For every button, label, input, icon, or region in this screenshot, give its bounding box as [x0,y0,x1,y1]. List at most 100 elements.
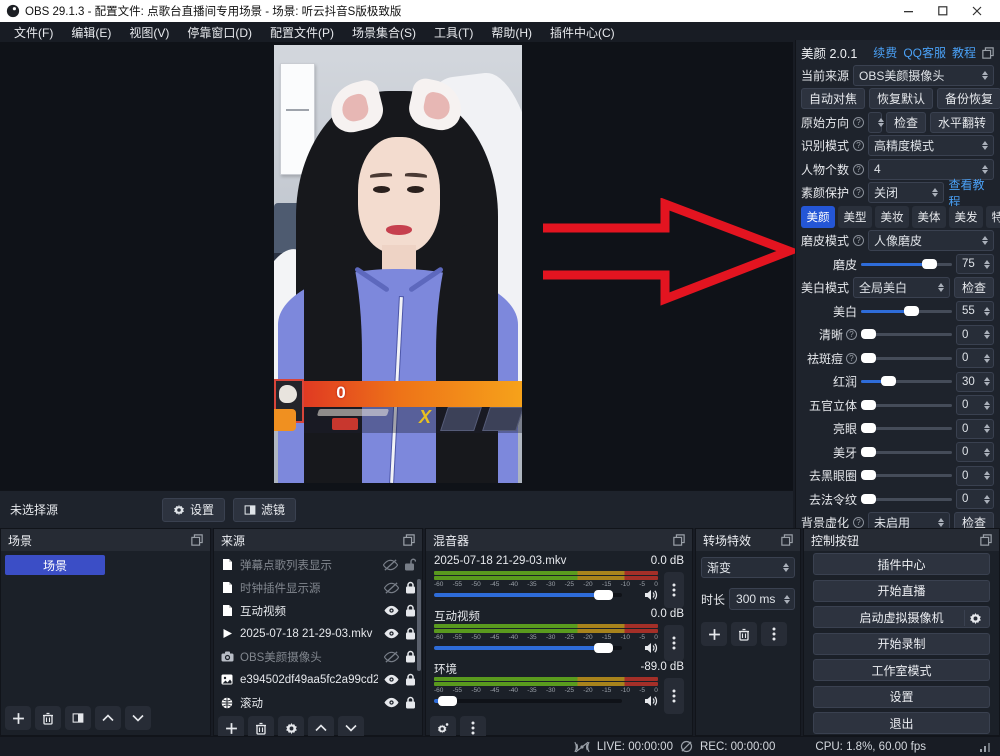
menu-item[interactable]: 文件(F) [6,22,61,43]
beauty-tab-item[interactable]: 美发 [949,206,983,228]
info-icon[interactable]: ? [846,329,857,340]
popout-icon[interactable] [403,534,415,546]
tutorial-link[interactable]: 教程 [952,44,976,61]
source-list-item[interactable]: 弹幕点歌列表显示 [218,553,418,576]
slider-handle[interactable] [861,400,876,410]
lock-closed-icon[interactable] [405,650,416,663]
slider-handle[interactable] [861,423,876,433]
source-filters-button[interactable]: 滤镜 [233,498,296,522]
info-icon[interactable]: ? [853,517,864,528]
select-dropdown[interactable]: 人像磨皮 [868,230,994,251]
slider-track[interactable] [861,310,952,313]
lock-closed-icon[interactable] [405,604,416,617]
control-button-item[interactable]: 开始录制 [813,633,990,655]
info-icon[interactable]: ? [846,353,857,364]
slider-value-box[interactable]: 0 [956,395,994,415]
slider-handle[interactable] [861,470,876,480]
duration-spinner[interactable]: 300 ms [729,588,795,610]
lock-closed-icon[interactable] [405,696,416,709]
slider-track[interactable] [861,380,952,383]
slider-value-box[interactable]: 0 [956,419,994,439]
control-button-item[interactable]: 工作室模式 [813,659,990,681]
visibility-on-icon[interactable] [384,697,399,708]
horizontal-flip-button[interactable]: 水平翻转 [930,112,994,133]
info-icon[interactable]: ? [853,117,864,128]
lock-closed-icon[interactable] [405,627,416,640]
sources-dock-header[interactable]: 来源 [214,529,422,551]
filter-button[interactable] [65,706,91,730]
preview-canvas[interactable]: 0 X [0,42,793,490]
transitions-dock-header[interactable]: 转场特效 [696,529,800,551]
plus-button[interactable] [701,622,727,646]
down-button[interactable] [125,706,151,730]
beauty-tab-item[interactable]: 特效 [986,206,1000,228]
source-settings-button[interactable]: 设置 [162,498,225,522]
menu-item[interactable]: 帮助(H) [483,22,540,43]
slider-value-box[interactable]: 0 [956,325,994,345]
slider-value-box[interactable]: 0 [956,348,994,368]
slider-track[interactable] [861,333,952,336]
lock-closed-icon[interactable] [405,581,416,594]
source-list-item[interactable]: 时钟插件显示源 [218,576,418,599]
bareface-select[interactable]: 关闭 [868,182,944,203]
orientation-check-button[interactable]: 检查 [886,112,926,133]
popout-icon[interactable] [673,534,685,546]
slider-handle[interactable] [922,259,937,269]
scene-list-item[interactable]: 场景 [5,555,105,575]
control-button-item[interactable]: 退出 [813,712,990,734]
visibility-off-icon[interactable] [384,582,399,594]
mixer-dock-header[interactable]: 混音器 [426,529,692,551]
slider-value-box[interactable]: 30 [956,372,994,392]
speaker-icon[interactable] [644,589,658,601]
backup-restore-button[interactable]: 备份恢复 [937,88,1000,109]
minimize-button[interactable] [892,0,926,22]
slider-track[interactable] [861,451,952,454]
menu-item[interactable]: 配置文件(P) [262,22,342,43]
menu-item[interactable]: 视图(V) [121,22,177,43]
slider-value-box[interactable]: 75 [956,254,994,274]
trash-button[interactable] [731,622,757,646]
dots-button[interactable] [761,622,787,646]
volume-handle[interactable] [594,590,613,600]
visibility-on-icon[interactable] [384,605,399,616]
slider-value-box[interactable]: 0 [956,466,994,486]
maximize-button[interactable] [926,0,960,22]
current-source-select[interactable]: OBS美颜摄像头 [853,65,994,86]
recognition-select[interactable]: 高精度模式 [868,135,994,156]
slider-handle[interactable] [904,306,919,316]
volume-slider[interactable] [434,593,622,597]
slider-track[interactable] [861,498,952,501]
lock-open-icon[interactable] [404,558,416,571]
check-button[interactable]: 检查 [954,277,994,298]
up-button[interactable] [95,706,121,730]
visibility-off-icon[interactable] [384,651,399,663]
slider-track[interactable] [861,263,952,266]
plus-button[interactable] [5,706,31,730]
sources-scrollbar[interactable] [417,579,421,671]
info-icon[interactable]: ? [853,235,864,246]
menu-item[interactable]: 工具(T) [426,22,481,43]
control-button-virtual-camera[interactable]: 启动虚拟摄像机 [813,606,990,628]
menu-item[interactable]: 编辑(E) [63,22,119,43]
info-icon[interactable]: ? [853,187,864,198]
source-list-item[interactable]: OBS美颜摄像头 [218,645,418,668]
slider-track[interactable] [861,427,952,430]
slider-handle[interactable] [881,376,896,386]
close-button[interactable] [960,0,994,22]
channel-options-button[interactable] [664,572,684,608]
source-list-item[interactable]: 滚动 [218,691,418,714]
slider-handle[interactable] [861,353,876,363]
popout-icon[interactable] [980,534,992,546]
orientation-select[interactable]: 上 [868,112,882,133]
menu-item[interactable]: 场景集合(S) [344,22,424,43]
visibility-off-icon[interactable] [383,559,398,571]
beauty-tab-active[interactable]: 美颜 [801,206,835,228]
scenes-dock-header[interactable]: 场景 [1,529,210,551]
beauty-tab-item[interactable]: 美型 [838,206,872,228]
beauty-tab-item[interactable]: 美妆 [875,206,909,228]
slider-handle[interactable] [861,329,876,339]
autofocus-button[interactable]: 自动对焦 [801,88,865,109]
popout-icon[interactable] [982,47,994,59]
beauty-tab-item[interactable]: 美体 [912,206,946,228]
volume-slider[interactable] [434,646,622,650]
